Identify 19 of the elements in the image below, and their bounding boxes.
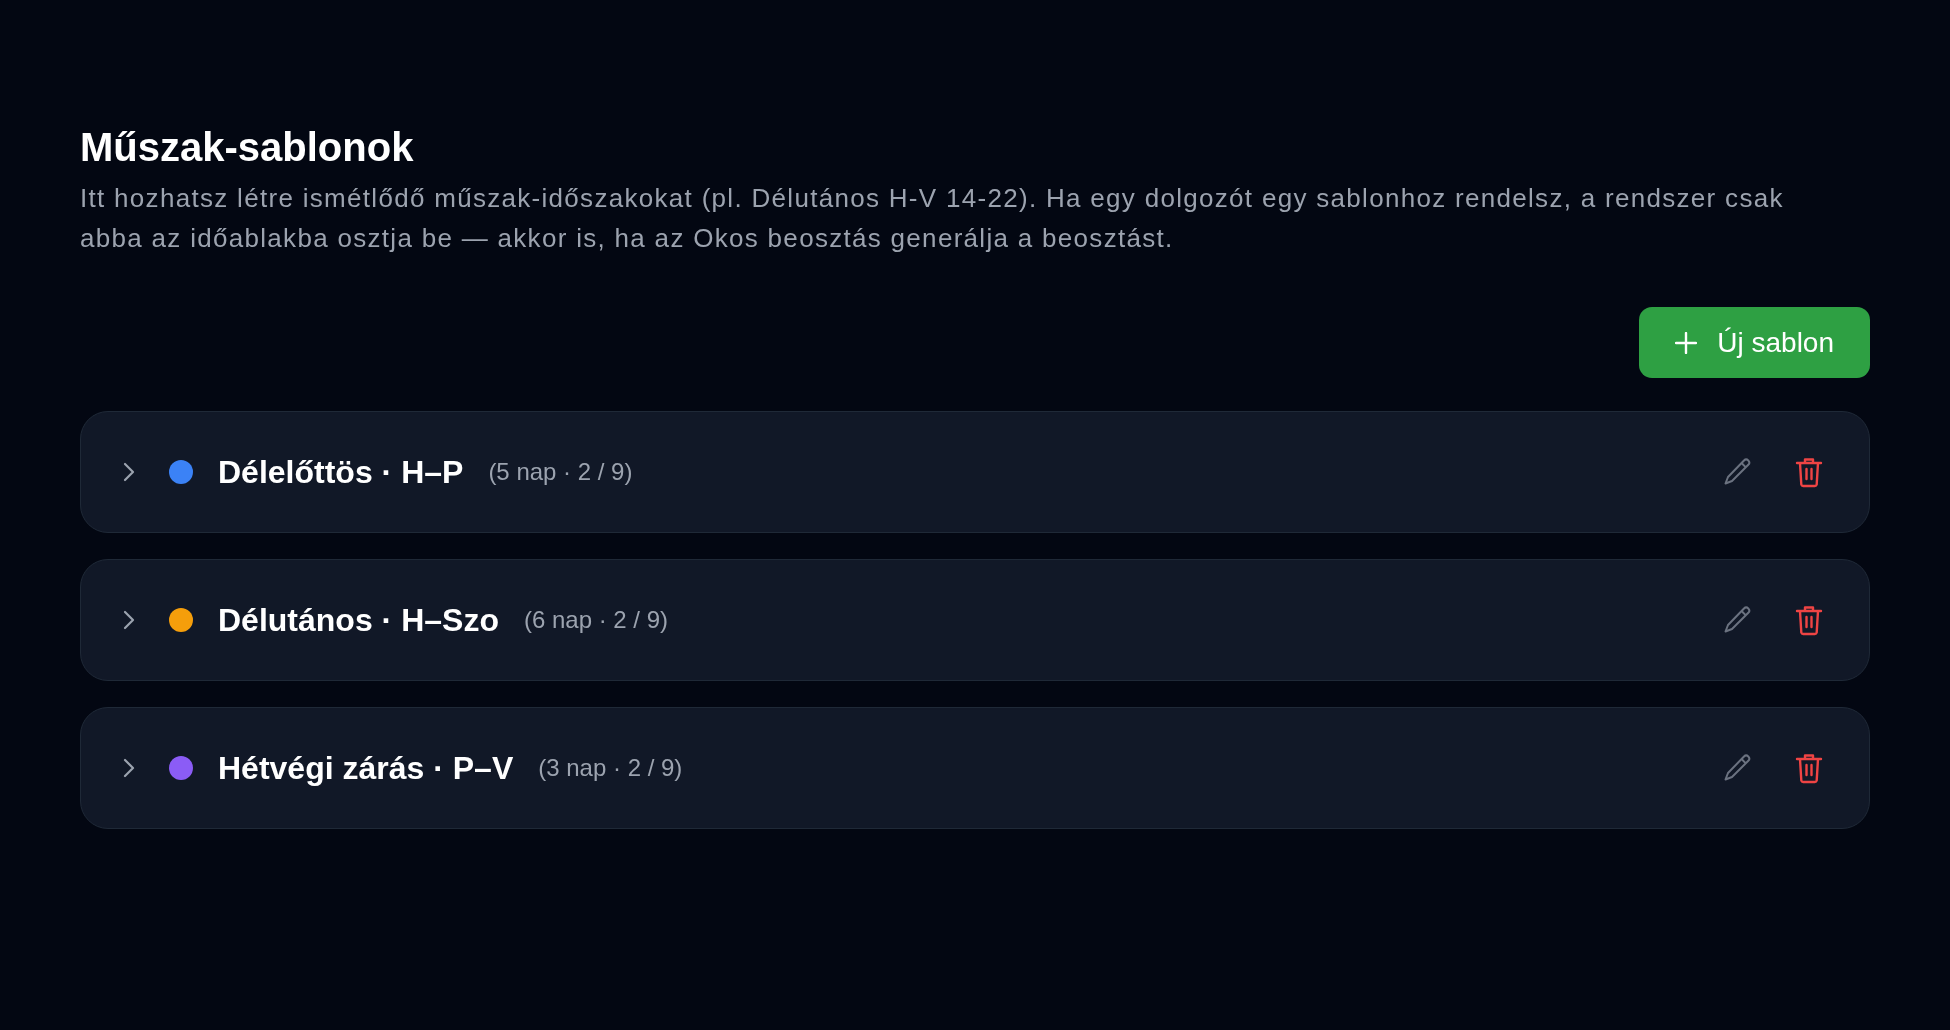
page-description: Itt hozhatsz létre ismétlődő műszak-időszakokat (pl. Délutános H-V 14-22). Ha egy dolgozót egy sablonhoz rendelsz, a rendszer csak abba az időablakba osztja be — akkor is, ha az Okos beosztás generálja a beosztást. <box>80 182 1785 255</box>
chevron-icon <box>123 610 135 630</box>
pencil-icon <box>1722 457 1752 487</box>
new-template-button[interactable]: Új sablon <box>1639 307 1870 378</box>
trash-icon <box>1795 752 1823 784</box>
template-meta: (3 nap · 2 / 9) <box>538 753 683 783</box>
trash-icon <box>1795 456 1823 488</box>
page-title: Műszak-sablonok <box>80 124 415 171</box>
template-name: Délutános · H–Szo <box>218 601 499 640</box>
template-name: Délelőttös · H–P <box>218 453 464 492</box>
pencil-icon <box>1722 605 1752 635</box>
template-meta: (6 nap · 2 / 9) <box>523 605 668 635</box>
chevron-icon <box>123 462 135 482</box>
plus-icon <box>1675 331 1698 354</box>
pencil-icon <box>1722 753 1752 783</box>
template-name: Hétvégi zárás · P–V <box>218 749 514 788</box>
trash-icon <box>1795 604 1823 636</box>
template-meta: (5 nap · 2 / 9) <box>488 457 633 487</box>
chevron-icon <box>123 758 135 778</box>
